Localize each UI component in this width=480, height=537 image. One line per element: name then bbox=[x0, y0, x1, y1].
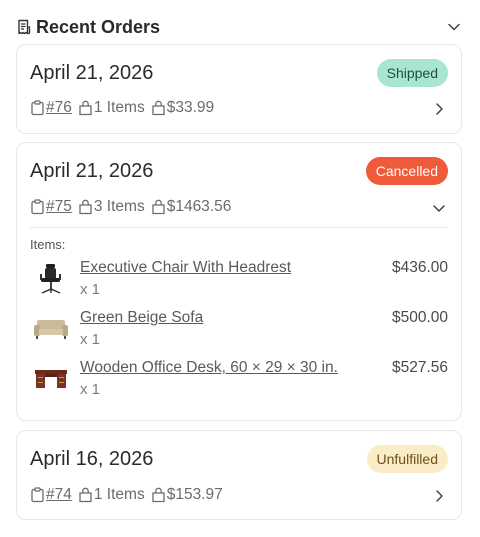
order-date: April 16, 2026 bbox=[30, 448, 154, 470]
bag-icon bbox=[78, 199, 93, 215]
order-date: April 21, 2026 bbox=[30, 160, 154, 182]
chevron-down-icon[interactable] bbox=[444, 17, 464, 37]
clipboard-icon bbox=[30, 487, 45, 503]
list-item: Green Beige Sofa x 1 $500.00 bbox=[30, 309, 448, 353]
order-number-link[interactable]: #74 bbox=[46, 486, 72, 504]
item-quantity: x 1 bbox=[80, 381, 101, 398]
order-card[interactable]: April 21, 2026 Cancelled #75 3 Items $14… bbox=[16, 142, 462, 421]
order-total: $33.99 bbox=[166, 99, 215, 116]
bag-icon bbox=[78, 100, 93, 116]
office-chair-image bbox=[30, 263, 72, 295]
order-card[interactable]: April 16, 2026 Unfulfilled #74 1 Items $… bbox=[16, 430, 462, 520]
bag-icon bbox=[151, 100, 166, 116]
order-card[interactable]: April 21, 2026 Shipped #76 1 Items $33.9… bbox=[16, 44, 462, 134]
item-name-link[interactable]: Green Beige Sofa bbox=[80, 309, 203, 327]
order-meta: #75 3 Items $1463.56 bbox=[30, 197, 237, 217]
item-quantity: x 1 bbox=[80, 331, 101, 348]
item-quantity: x 1 bbox=[80, 281, 101, 298]
list-item: Wooden Office Desk, 60 × 29 × 30 in. x 1… bbox=[30, 359, 448, 403]
item-name-link[interactable]: Wooden Office Desk, 60 × 29 × 30 in. bbox=[80, 359, 338, 377]
status-badge: Cancelled bbox=[365, 157, 448, 185]
order-meta: #74 1 Items $153.97 bbox=[30, 485, 229, 505]
bag-icon bbox=[151, 487, 166, 503]
order-total: $1463.56 bbox=[166, 198, 232, 215]
sofa-image bbox=[30, 313, 72, 345]
page-title: Recent Orders bbox=[36, 16, 161, 37]
order-number-link[interactable]: #75 bbox=[46, 198, 72, 216]
items-label: Items: bbox=[30, 237, 66, 252]
recent-orders-header: Recent Orders bbox=[16, 14, 464, 40]
status-badge: Shipped bbox=[376, 59, 448, 87]
order-date: April 21, 2026 bbox=[30, 62, 154, 84]
clipboard-icon bbox=[30, 199, 45, 215]
desk-image bbox=[30, 363, 72, 395]
item-price: $527.56 bbox=[391, 359, 448, 376]
receipt-icon bbox=[16, 19, 32, 35]
bag-icon bbox=[78, 487, 93, 503]
items-count: 3 Items bbox=[93, 198, 145, 215]
items-count: 1 Items bbox=[93, 99, 145, 116]
items-count: 1 Items bbox=[93, 486, 145, 503]
item-name-link[interactable]: Executive Chair With Headrest bbox=[80, 259, 291, 277]
clipboard-icon bbox=[30, 100, 45, 116]
chevron-right-icon[interactable] bbox=[431, 101, 447, 117]
chevron-down-icon[interactable] bbox=[431, 200, 447, 216]
list-item: Executive Chair With Headrest x 1 $436.0… bbox=[30, 259, 448, 303]
chevron-right-icon[interactable] bbox=[431, 488, 447, 504]
bag-icon bbox=[151, 199, 166, 215]
order-total: $153.97 bbox=[166, 486, 223, 503]
item-price: $500.00 bbox=[391, 309, 448, 326]
item-price: $436.00 bbox=[391, 259, 448, 276]
status-badge: Unfulfilled bbox=[366, 445, 448, 473]
order-number-link[interactable]: #76 bbox=[46, 99, 72, 117]
divider bbox=[30, 227, 448, 228]
order-meta: #76 1 Items $33.99 bbox=[30, 98, 220, 118]
